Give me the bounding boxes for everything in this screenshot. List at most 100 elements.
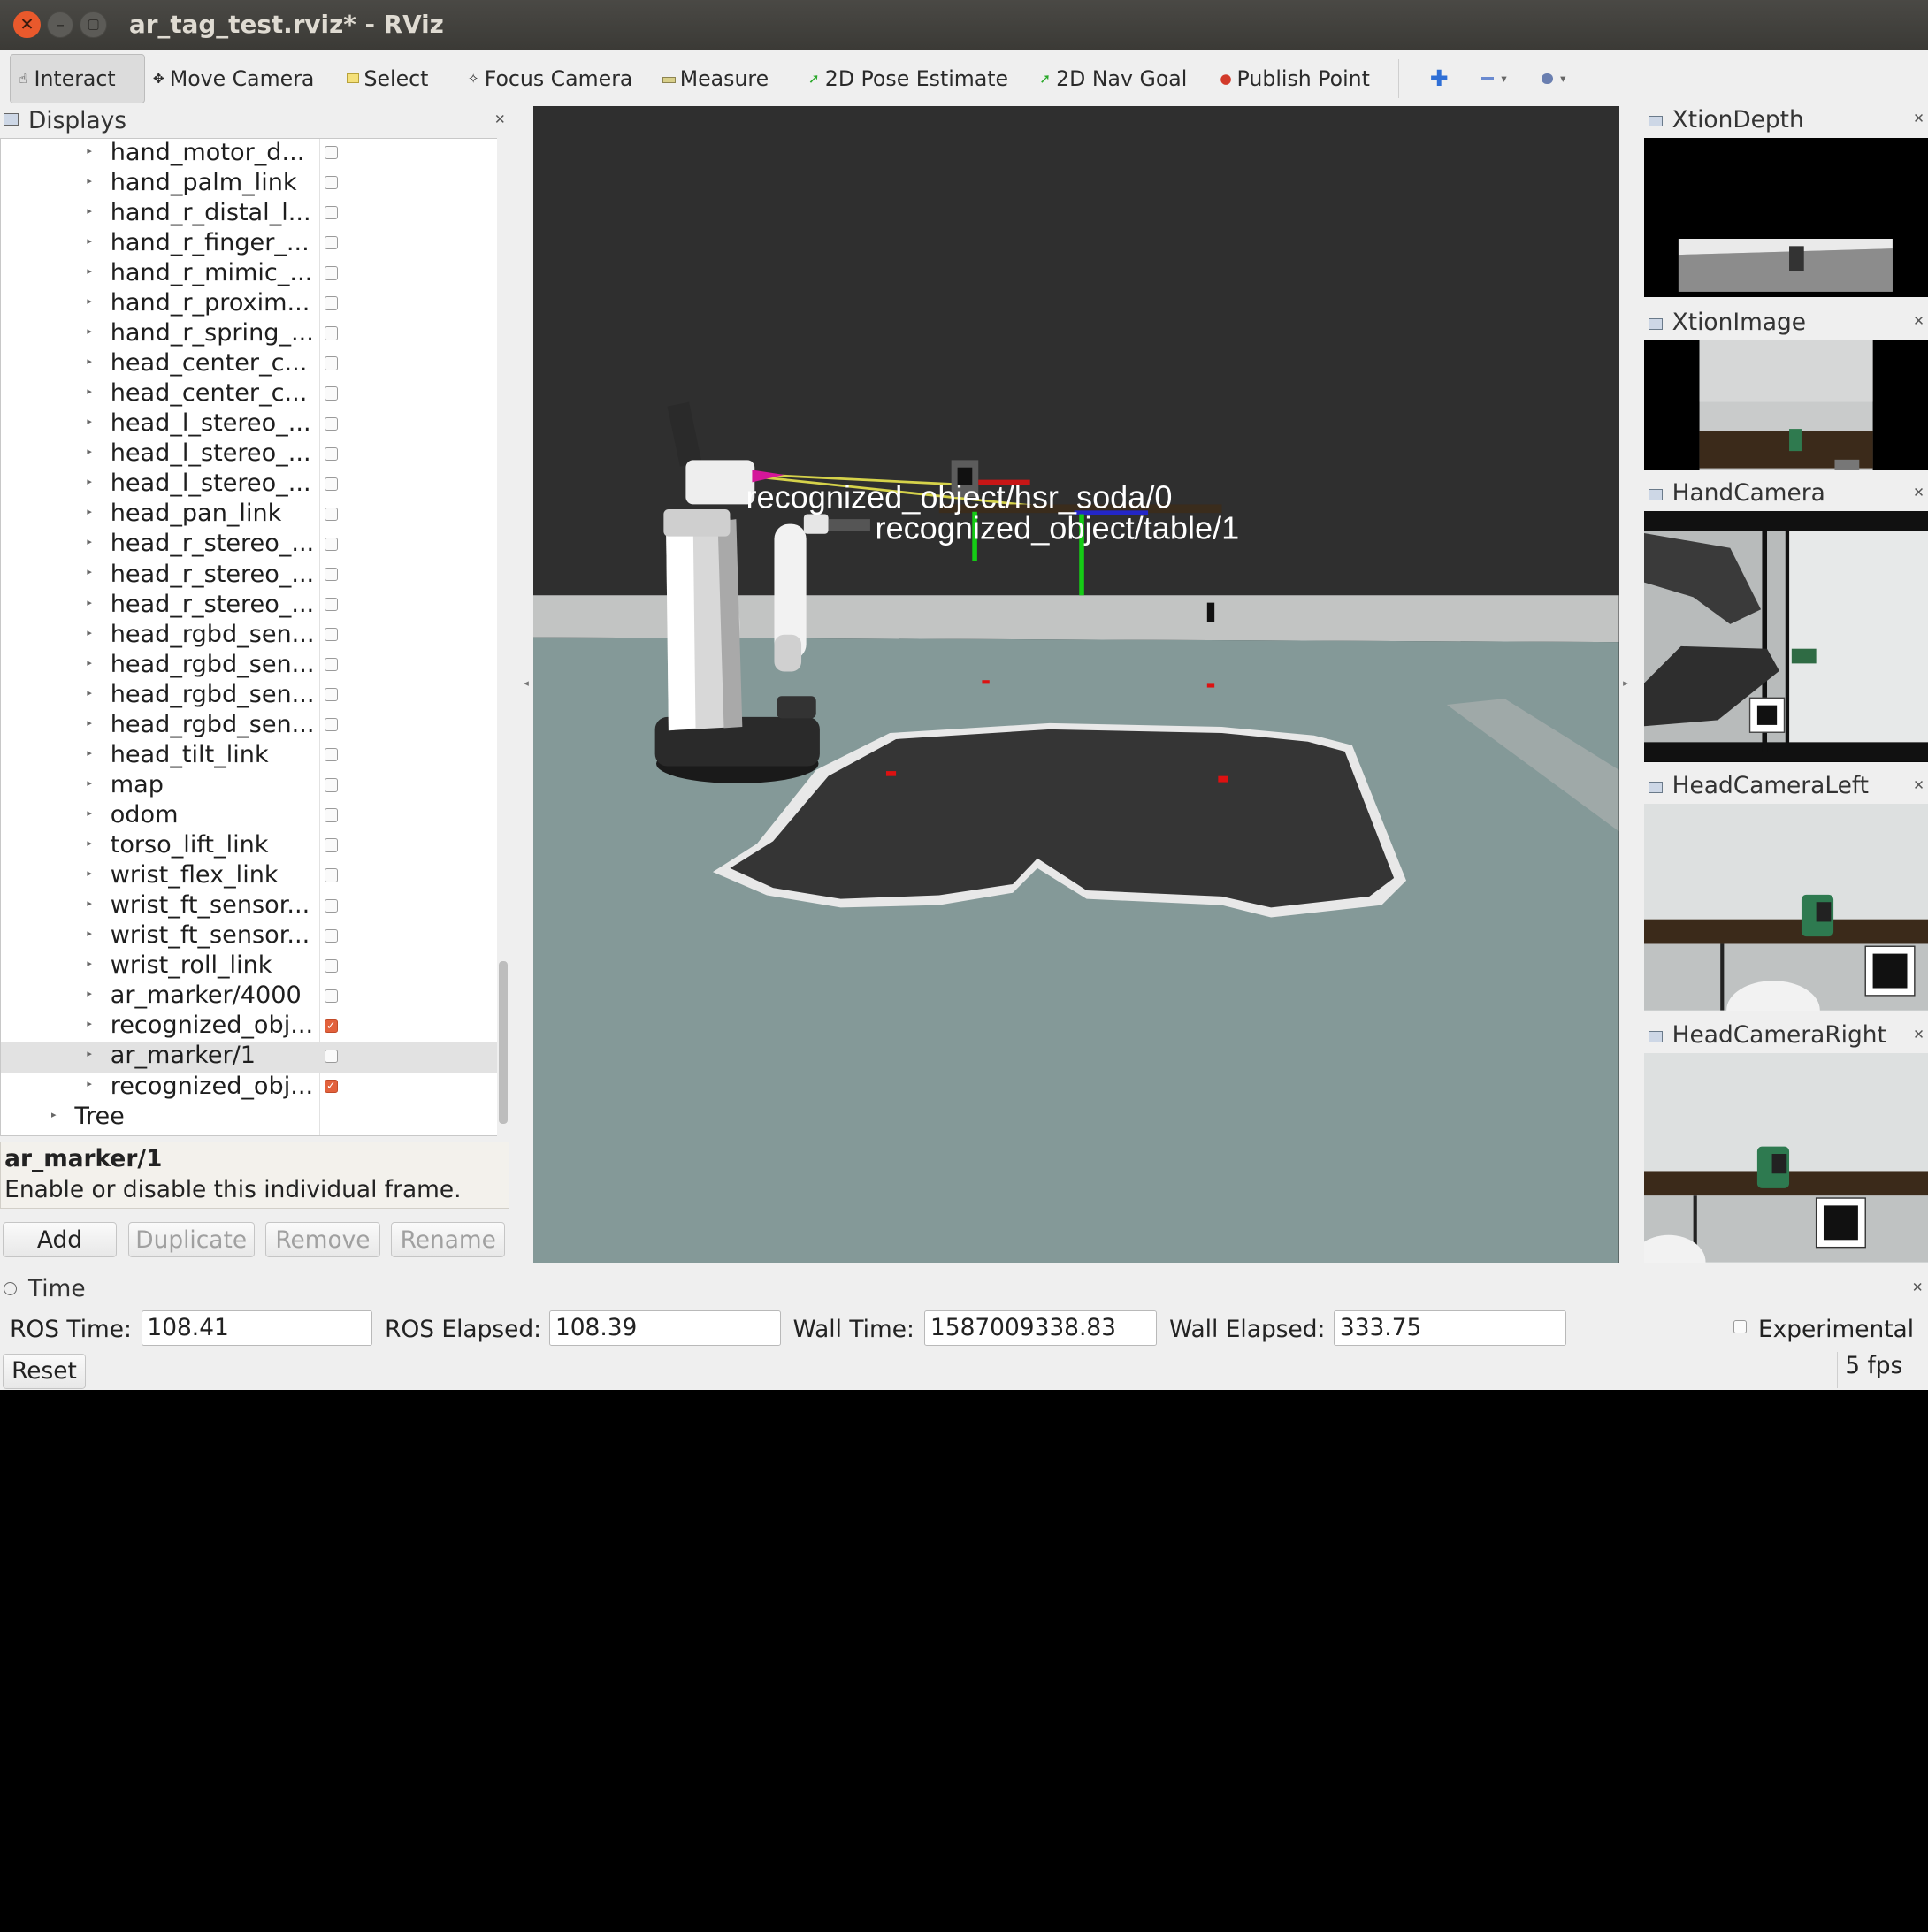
- expand-arrow-icon[interactable]: ▸: [87, 566, 92, 577]
- frame-enable-checkbox[interactable]: [324, 838, 338, 852]
- frame-enable-checkbox[interactable]: [324, 266, 338, 280]
- frame-row[interactable]: ▸ head_l_stereo_...: [1, 409, 497, 439]
- close-panel-icon[interactable]: ✕: [1913, 485, 1924, 500]
- frame-enable-checkbox[interactable]: [324, 176, 338, 190]
- frame-enable-checkbox[interactable]: [324, 658, 338, 672]
- remove-tool-button[interactable]: ▾: [1481, 54, 1507, 103]
- frame-row[interactable]: ▸ wrist_ft_sensor...: [1, 891, 497, 921]
- close-panel-icon[interactable]: ✕: [494, 111, 506, 127]
- expand-arrow-icon[interactable]: ▸: [87, 958, 92, 969]
- tool-interact[interactable]: ☝ Interact: [10, 54, 146, 103]
- view-options-button[interactable]: ▾: [1542, 54, 1565, 103]
- expand-arrow-icon[interactable]: ▸: [87, 988, 92, 999]
- expand-arrow-icon[interactable]: ▸: [87, 476, 92, 487]
- frame-enable-checkbox[interactable]: [324, 567, 338, 582]
- expand-arrow-icon[interactable]: ▸: [51, 1109, 57, 1120]
- frame-row[interactable]: ▸ wrist_ft_sensor...: [1, 921, 497, 951]
- wall-elapsed-field[interactable]: 333.75: [1334, 1310, 1567, 1347]
- frame-row[interactable]: ▸ hand_r_spring_...: [1, 319, 497, 349]
- frame-row[interactable]: ▸ hand_r_mimic_...: [1, 259, 497, 289]
- ros-time-field[interactable]: 108.41: [141, 1310, 373, 1347]
- expand-arrow-icon[interactable]: ▸: [87, 747, 92, 759]
- frame-enable-checkbox[interactable]: [324, 778, 338, 792]
- frame-enable-checkbox[interactable]: [324, 958, 338, 973]
- frame-enable-checkbox[interactable]: [324, 688, 338, 702]
- frame-row[interactable]: ▸ recognized_obj... ✓: [1, 1073, 497, 1103]
- frame-row[interactable]: ▸ head_pan_link: [1, 500, 497, 530]
- expand-arrow-icon[interactable]: ▸: [87, 657, 92, 668]
- frame-row[interactable]: ▸ head_l_stereo_...: [1, 470, 497, 500]
- frame-row[interactable]: ▸ hand_palm_link: [1, 169, 497, 199]
- frame-row[interactable]: ▸ hand_r_finger_...: [1, 229, 497, 259]
- frame-enable-checkbox[interactable]: [324, 146, 338, 160]
- frame-enable-checkbox[interactable]: [324, 236, 338, 250]
- frame-enable-checkbox[interactable]: [324, 748, 338, 762]
- tool-select[interactable]: Select: [346, 54, 428, 103]
- frame-row[interactable]: ▸ head_tilt_link: [1, 741, 497, 771]
- frame-row[interactable]: ▸ head_rgbd_sen...: [1, 621, 497, 651]
- wall-time-field[interactable]: 1587009338.83: [924, 1310, 1158, 1347]
- frame-row[interactable]: ▸ head_center_c...: [1, 379, 497, 409]
- tool-2d-nav-goal[interactable]: ➚ 2D Nav Goal: [1037, 54, 1187, 103]
- frame-enable-checkbox[interactable]: [324, 1049, 338, 1064]
- close-panel-icon[interactable]: ✕: [1913, 1027, 1924, 1042]
- frame-row[interactable]: ▸ map: [1, 771, 497, 801]
- close-panel-icon[interactable]: ✕: [1913, 111, 1924, 126]
- frame-enable-checkbox[interactable]: [324, 537, 338, 552]
- frame-row[interactable]: ▸ head_rgbd_sen...: [1, 681, 497, 711]
- close-panel-icon[interactable]: ✕: [1913, 313, 1924, 329]
- expand-arrow-icon[interactable]: ▸: [87, 627, 92, 638]
- tool-measure[interactable]: Measure: [662, 54, 769, 103]
- frame-enable-checkbox[interactable]: [324, 326, 338, 340]
- frame-enable-checkbox[interactable]: [324, 356, 338, 370]
- expand-arrow-icon[interactable]: ▸: [87, 897, 92, 909]
- frame-enable-checkbox[interactable]: [324, 477, 338, 491]
- frame-enable-checkbox[interactable]: [324, 416, 338, 431]
- frame-row[interactable]: ▸ head_rgbd_sen...: [1, 711, 497, 741]
- frame-enable-checkbox[interactable]: [324, 296, 338, 310]
- frame-enable-checkbox[interactable]: [324, 868, 338, 882]
- frame-row[interactable]: ▸ hand_r_distal_l...: [1, 199, 497, 229]
- expand-arrow-icon[interactable]: ▸: [87, 416, 92, 427]
- frame-enable-checkbox[interactable]: [324, 386, 338, 401]
- frame-enable-checkbox[interactable]: [324, 808, 338, 822]
- frame-enable-checkbox[interactable]: ✓: [324, 1019, 338, 1034]
- frame-row[interactable]: ▸ head_r_stereo_...: [1, 561, 497, 591]
- expand-arrow-icon[interactable]: ▸: [87, 265, 92, 277]
- expand-arrow-icon[interactable]: ▸: [87, 506, 92, 517]
- collapse-right-icon[interactable]: ▸: [1623, 677, 1628, 689]
- frame-enable-checkbox[interactable]: [324, 507, 338, 522]
- frame-row[interactable]: ▸ head_r_stereo_...: [1, 530, 497, 560]
- frame-row[interactable]: ▸ ar_marker/4000: [1, 981, 497, 1012]
- frame-enable-checkbox[interactable]: [324, 898, 338, 913]
- expand-arrow-icon[interactable]: ▸: [87, 1048, 92, 1059]
- expand-arrow-icon[interactable]: ▸: [87, 536, 92, 547]
- remove-display-button[interactable]: Remove: [265, 1221, 380, 1258]
- expand-arrow-icon[interactable]: ▸: [87, 175, 92, 187]
- expand-arrow-icon[interactable]: ▸: [87, 837, 92, 849]
- frame-row[interactable]: ▸ head_r_stereo_...: [1, 591, 497, 621]
- frame-row[interactable]: ▸ head_rgbd_sen...: [1, 651, 497, 681]
- expand-arrow-icon[interactable]: ▸: [87, 597, 92, 608]
- frame-enable-checkbox[interactable]: [324, 206, 338, 220]
- expand-arrow-icon[interactable]: ▸: [87, 325, 92, 337]
- expand-arrow-icon[interactable]: ▸: [87, 867, 92, 879]
- frame-row[interactable]: ▸ head_center_c...: [1, 349, 497, 379]
- close-panel-icon[interactable]: ✕: [1913, 777, 1924, 793]
- frame-row[interactable]: ▸ hand_motor_d...: [1, 139, 497, 169]
- close-window-button[interactable]: ✕: [13, 11, 41, 39]
- ros-elapsed-field[interactable]: 108.39: [549, 1310, 781, 1347]
- tool-2d-pose-estimate[interactable]: ➚ 2D Pose Estimate: [807, 54, 1008, 103]
- experimental-checkbox[interactable]: [1733, 1320, 1748, 1334]
- scrollbar-thumb[interactable]: [499, 961, 509, 1124]
- add-display-button[interactable]: Add: [2, 1221, 118, 1258]
- close-panel-icon[interactable]: ✕: [1912, 1279, 1924, 1295]
- displays-scrollbar[interactable]: [496, 137, 512, 1136]
- frame-row[interactable]: ▸ hand_r_proxim...: [1, 289, 497, 319]
- expand-arrow-icon[interactable]: ▸: [87, 717, 92, 729]
- tool-move-camera[interactable]: ✥ Move Camera: [151, 54, 314, 103]
- tree-row[interactable]: ▸ Tree: [1, 1103, 497, 1133]
- frame-row[interactable]: ▸ head_l_stereo_...: [1, 439, 497, 470]
- frame-enable-checkbox[interactable]: [324, 718, 338, 732]
- expand-arrow-icon[interactable]: ▸: [87, 145, 92, 157]
